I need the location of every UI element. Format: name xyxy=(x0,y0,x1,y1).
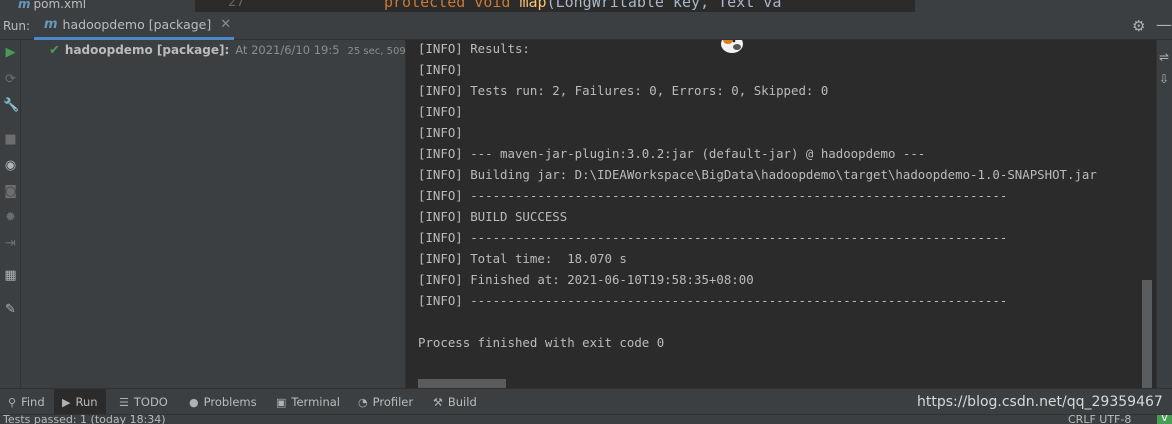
console-line: [INFO] ---------------------------------… xyxy=(418,188,1008,203)
tool-tab-todo[interactable]: ☰ TODO xyxy=(111,389,176,415)
maven-icon: m xyxy=(44,17,58,32)
list-icon: ☰ xyxy=(119,395,129,409)
console-line: [INFO] --- maven-jar-plugin:3.0.2:jar (d… xyxy=(418,146,926,161)
tool-tab-label: Problems xyxy=(203,395,257,409)
console-line: [INFO] xyxy=(418,62,463,77)
maven-icon: m xyxy=(18,0,31,11)
tool-tab-label: Run xyxy=(75,395,98,409)
line-number: 27 xyxy=(228,0,245,10)
rerun-failed-icon[interactable]: ⟳ xyxy=(3,72,18,87)
cat-mascot-icon xyxy=(721,40,743,53)
console-line: [INFO] Building jar: D:\IDEAWorkspace\Bi… xyxy=(418,167,1097,182)
play-icon: ▶ xyxy=(62,395,71,409)
run-tab-title: hadoopdemo [package] xyxy=(62,17,212,32)
tree-row[interactable]: ✔ hadoopdemo [package]: At 2021/6/10 19:… xyxy=(49,43,424,58)
tool-tab-run[interactable]: ▶ Run xyxy=(54,389,106,415)
project-pane-edge xyxy=(915,0,1172,12)
console-line: [INFO] xyxy=(418,104,463,119)
status-text: Tests passed: 1 (today 18:34) xyxy=(3,414,166,424)
code-line: protected void map(LongWritable key, Tex… xyxy=(384,0,781,11)
tool-tab-label: TODO xyxy=(133,395,168,409)
tool-tab-profiler[interactable]: ◔ Profiler xyxy=(350,389,421,415)
minus-icon[interactable]: — xyxy=(1156,15,1172,34)
tool-tab-label: Find xyxy=(21,395,45,409)
tool-tab-label: Build xyxy=(447,395,477,409)
console-line: [INFO] xyxy=(418,125,463,140)
tool-tab-build[interactable]: ⚒ Build xyxy=(425,389,485,415)
tool-tab-terminal[interactable]: ▣ Terminal xyxy=(268,389,348,415)
console-line: [INFO] Tests run: 2, Failures: 0, Errors… xyxy=(418,83,829,98)
run-label: Run: xyxy=(3,19,31,33)
tree-item-name: hadoopdemo [package]: xyxy=(64,43,230,57)
console-line: [INFO] Finished at: 2021-06-10T19:58:35+… xyxy=(418,272,754,287)
tool-tab-label: Terminal xyxy=(291,395,341,409)
console-line: [INFO] Total time: 18.070 s xyxy=(418,251,627,266)
profiler-icon: ◔ xyxy=(358,395,368,409)
scroll-to-end-icon[interactable]: ⇩ xyxy=(1159,72,1171,86)
code-rest: (LongWritable key, Text va xyxy=(546,0,782,11)
close-icon[interactable]: ✕ xyxy=(220,17,231,32)
bug-icon[interactable]: ✹ xyxy=(3,210,18,225)
tool-tab-label: Profiler xyxy=(372,395,414,409)
run-left-toolbar: ▶ ⟳ 🔧 ■ ◉ ◙ ✹ ⇥ ▦ ✎ xyxy=(0,40,21,388)
vcs-icon[interactable]: V xyxy=(1157,415,1172,424)
layout-icon[interactable]: ▦ xyxy=(3,268,18,283)
pin-icon[interactable]: ✎ xyxy=(3,302,18,317)
console-line: [INFO] ---------------------------------… xyxy=(418,293,1008,308)
tree-item-date: At 2021/6/10 19:5 xyxy=(235,43,340,57)
run-tree-pane: ✔ hadoopdemo [package]: At 2021/6/10 19:… xyxy=(21,40,424,388)
code-function: map xyxy=(519,0,547,11)
terminal-icon: ▣ xyxy=(276,395,287,409)
run-toolwindow-header: Run: m hadoopdemo [package] ✕ ⚙ — xyxy=(0,12,1172,40)
console-line: Process finished with exit code 0 xyxy=(418,335,665,350)
gear-icon[interactable]: ⚙ xyxy=(1132,17,1145,35)
checkmark-icon: ✔ xyxy=(49,43,60,58)
watermark-text: https://blog.csdn.net/qq_29359467 xyxy=(917,394,1163,410)
editor-file-tab[interactable]: m pom.xml xyxy=(18,0,86,11)
tool-window-bar: ⚲ Find ▶ Run ☰ TODO ● Problems ▣ Terminal ◔ Pr… xyxy=(0,388,1172,415)
console-output[interactable]: [INFO] Results: [INFO] [INFO] Tests run:… xyxy=(406,40,1156,388)
stop-icon[interactable]: ■ xyxy=(3,132,18,147)
file-name: pom.xml xyxy=(33,0,87,11)
wrench-icon[interactable]: 🔧 xyxy=(3,98,19,113)
vertical-scrollbar[interactable] xyxy=(1142,280,1152,388)
run-tab-hadoopdemo[interactable]: m hadoopdemo [package] ✕ xyxy=(34,12,234,40)
console-line: [INFO] Results: xyxy=(418,41,530,56)
search-icon: ⚲ xyxy=(8,395,17,409)
tool-tab-find[interactable]: ⚲ Find xyxy=(0,389,53,415)
rerun-icon[interactable]: ▶ xyxy=(3,45,18,60)
camera-icon[interactable]: ◙ xyxy=(3,184,18,199)
editor-tab-strip: m pom.xml 27 protected void map(LongWrita… xyxy=(0,0,1172,12)
console-line: [INFO] ---------------------------------… xyxy=(418,230,1008,245)
tool-tab-problems[interactable]: ● Problems xyxy=(181,389,265,415)
code-keyword: protected void xyxy=(384,0,520,11)
status-bar: Tests passed: 1 (today 18:34) CRLF UTF-8… xyxy=(0,414,1172,424)
exit-icon[interactable]: ⇥ xyxy=(3,236,18,251)
console-line: [INFO] BUILD SUCCESS xyxy=(418,209,568,224)
eye-icon[interactable]: ◉ xyxy=(3,158,18,173)
status-encoding[interactable]: CRLF UTF-8 xyxy=(1068,415,1131,424)
hammer-icon: ⚒ xyxy=(433,395,443,409)
info-icon: ● xyxy=(189,395,199,409)
run-right-toolbar: ⇌ ⇩ xyxy=(1156,40,1172,388)
soft-wrap-icon[interactable]: ⇌ xyxy=(1159,50,1171,64)
horizontal-scrollbar[interactable] xyxy=(418,379,506,388)
